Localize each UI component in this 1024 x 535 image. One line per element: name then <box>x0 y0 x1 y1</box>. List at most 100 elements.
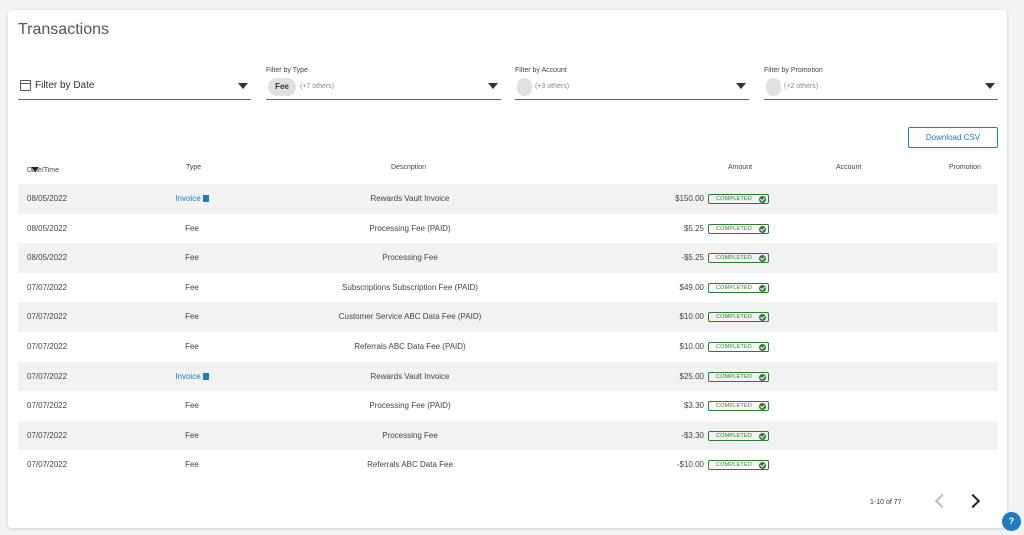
help-button[interactable]: ? <box>1002 512 1021 531</box>
cell-date: 07/07/2022 <box>27 430 68 440</box>
invoice-link[interactable]: Invoice <box>175 372 200 381</box>
cell-description: Processing Fee <box>382 430 438 440</box>
cell-type: Fee <box>148 302 236 332</box>
cell-description: Rewards Vault Invoice <box>370 371 450 381</box>
cell-description: Rewards Vault Invoice <box>370 194 450 203</box>
status-badge: COMPLETED <box>708 282 769 293</box>
invoice-link[interactable]: Invoice <box>175 194 200 203</box>
cell-description: Processing Fee (PAID) <box>369 223 451 233</box>
download-csv-button[interactable]: Download CSV <box>908 127 998 148</box>
caret-down-icon[interactable] <box>985 83 995 89</box>
document-icon[interactable] <box>202 195 209 202</box>
header-promotion: Promotion <box>949 164 981 171</box>
cell-type: Fee <box>148 332 236 362</box>
check-circle-icon <box>759 403 766 411</box>
check-circle-icon <box>759 432 766 440</box>
cell-date: 08/05/2022 <box>27 253 68 263</box>
cell-date: 07/07/2022 <box>27 371 68 381</box>
table-row[interactable]: 08/05/2022 Fee Processing Fee -$5.25 COMPLET… <box>18 243 998 273</box>
table-row[interactable]: 08/05/2022 Invoice Rewards Vault Invoice $1… <box>18 184 998 214</box>
table-row[interactable]: 07/07/2022 Fee Referrals ABC Data Fee (PAI… <box>18 332 998 362</box>
cell-description: Customer Service ABC Data Fee (PAID) <box>338 312 482 322</box>
status-badge-label: COMPLETED <box>716 403 753 410</box>
check-circle-icon <box>759 284 766 292</box>
cell-date: 07/07/2022 <box>27 341 68 351</box>
filter-by-promotion[interactable]: Filter by Promotion (+2 others) <box>764 66 998 100</box>
cell-amount: $5.25 <box>683 223 704 233</box>
chevron-left-icon[interactable] <box>934 493 950 509</box>
cell-amount: $150.00 <box>675 194 704 203</box>
type-label: Fee <box>185 253 199 263</box>
status-badge-label: COMPLETED <box>716 373 753 380</box>
cell-type: Fee <box>148 214 236 244</box>
filter-by-type[interactable]: Filter by Type Fee (+7 others) <box>266 66 501 100</box>
cell-amount: $10.00 <box>679 341 704 351</box>
cell-amount: -$3.30 <box>681 430 704 440</box>
caret-down-icon[interactable] <box>238 83 248 89</box>
type-label: Fee <box>185 223 199 233</box>
check-circle-icon <box>759 462 766 470</box>
document-icon[interactable] <box>202 372 209 380</box>
table-row[interactable]: 07/07/2022 Fee Processing Fee (PAID) $3.30 C… <box>18 391 998 421</box>
status-badge: COMPLETED <box>708 371 769 382</box>
check-circle-icon <box>759 255 766 263</box>
header-amount: Amount <box>728 164 753 171</box>
cell-date: 07/07/2022 <box>27 401 68 411</box>
table-row[interactable]: 07/07/2022 Fee Customer Service ABC Data F… <box>18 302 998 332</box>
cell-amount: $49.00 <box>679 282 704 292</box>
cell-type: Invoice <box>148 362 236 392</box>
transactions-card: Transactions Filter by Date Filter by Ty… <box>8 10 1007 528</box>
account-others-count: (+3 others) <box>535 83 570 90</box>
promotion-others-count: (+2 others) <box>784 83 819 90</box>
cell-type: Fee <box>148 243 236 273</box>
status-badge: COMPLETED <box>708 312 769 323</box>
page-title: Transactions <box>18 21 109 38</box>
cell-type: Fee <box>148 421 236 451</box>
cell-type: Fee <box>148 450 236 480</box>
status-badge: COMPLETED <box>708 223 769 234</box>
caret-down-icon[interactable] <box>488 83 498 89</box>
cell-description: Processing Fee <box>382 253 438 263</box>
chevron-right-icon[interactable] <box>965 493 981 509</box>
cell-date: 07/07/2022 <box>27 282 68 292</box>
status-badge-label: COMPLETED <box>716 284 753 291</box>
cell-amount: -$10.00 <box>676 460 704 470</box>
sort-desc-icon[interactable] <box>31 167 39 172</box>
cell-type: Invoice <box>148 184 236 214</box>
filter-by-promotion-label: Filter by Promotion <box>764 67 823 74</box>
status-badge: COMPLETED <box>708 341 769 352</box>
check-circle-icon <box>759 196 766 203</box>
type-label: Fee <box>185 460 199 470</box>
status-badge: COMPLETED <box>708 253 769 264</box>
status-badge: COMPLETED <box>708 194 769 204</box>
cell-date: 07/07/2022 <box>27 460 68 470</box>
account-chip[interactable] <box>517 78 532 96</box>
type-chip[interactable]: Fee <box>268 78 296 96</box>
promotion-chip[interactable] <box>766 78 781 96</box>
calendar-icon <box>20 80 31 91</box>
filter-by-account-label: Filter by Account <box>515 67 567 74</box>
status-badge-label: COMPLETED <box>716 255 753 262</box>
table-row[interactable]: 08/05/2022 Fee Processing Fee (PAID) $5.25 C… <box>18 214 998 244</box>
check-circle-icon <box>759 225 766 233</box>
table-row[interactable]: 07/07/2022 Fee Processing Fee -$3.30 COMPLET… <box>18 420 998 451</box>
table-row[interactable]: 07/07/2022 Fee Referrals ABC Data Fee -$10.… <box>18 450 998 480</box>
table-header: Date/Time Type Description Amount Accoun… <box>18 161 998 181</box>
cell-description: Referrals ABC Data Fee (PAID) <box>354 341 466 351</box>
filter-by-date[interactable]: Filter by Date <box>18 66 251 100</box>
type-label: Fee <box>185 312 199 322</box>
type-label: Fee <box>185 401 199 411</box>
status-badge-label: COMPLETED <box>716 196 753 202</box>
status-badge-label: COMPLETED <box>716 314 753 321</box>
type-others-count: (+7 others) <box>300 83 335 90</box>
table-row[interactable]: 07/07/2022 Invoice Rewards Vault Invoice $2… <box>18 361 998 392</box>
caret-down-icon[interactable] <box>736 83 746 89</box>
header-type: Type <box>186 164 202 171</box>
filter-by-account[interactable]: Filter by Account (+3 others) <box>515 66 749 100</box>
header-account: Account <box>836 164 862 171</box>
filter-by-type-label: Filter by Type <box>266 67 308 74</box>
transactions-table: 08/05/2022 Invoice Rewards Vault Invoice $1… <box>18 184 998 480</box>
cell-amount: -$5.25 <box>681 253 704 263</box>
type-label: Fee <box>185 341 199 351</box>
table-row[interactable]: 07/07/2022 Fee Subscriptions Subscription … <box>18 273 998 303</box>
